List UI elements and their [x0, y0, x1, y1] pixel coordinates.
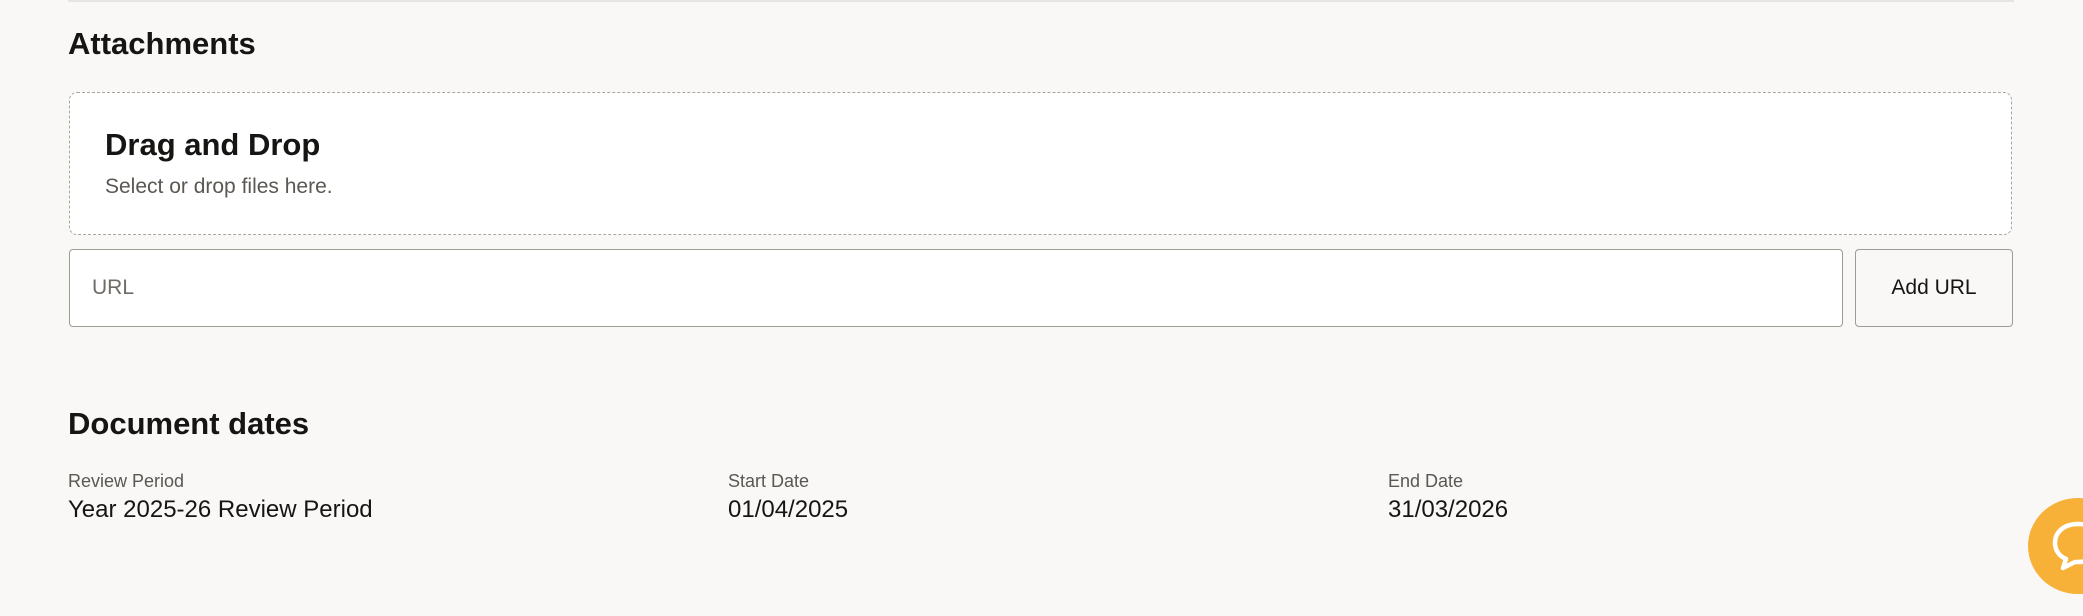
start-date-value: 01/04/2025 [728, 496, 849, 523]
url-input[interactable] [69, 249, 1843, 327]
chat-button[interactable] [2028, 498, 2083, 594]
document-dates-heading: Document dates [68, 406, 310, 441]
end-date-field: End Date 31/03/2026 [1388, 470, 1508, 525]
chat-bubble-icon [2052, 521, 2083, 571]
start-date-field: Start Date 01/04/2025 [728, 470, 848, 525]
attachments-heading: Attachments [68, 26, 256, 61]
start-date-label: Start Date [728, 471, 810, 491]
end-date-label: End Date [1388, 471, 1464, 491]
review-period-value: Year 2025-26 Review Period [68, 496, 373, 523]
end-date-value: 31/03/2026 [1388, 496, 1509, 523]
review-period-field: Review Period Year 2025-26 Review Period [68, 470, 373, 525]
dropzone-title: Drag and Drop [105, 127, 321, 162]
add-url-button[interactable]: Add URL [1855, 249, 2013, 327]
top-divider [68, 0, 2014, 2]
review-period-label: Review Period [68, 471, 185, 491]
file-dropzone[interactable]: Drag and Drop Select or drop files here. [69, 92, 2012, 235]
dropzone-hint: Select or drop files here. [105, 175, 333, 198]
